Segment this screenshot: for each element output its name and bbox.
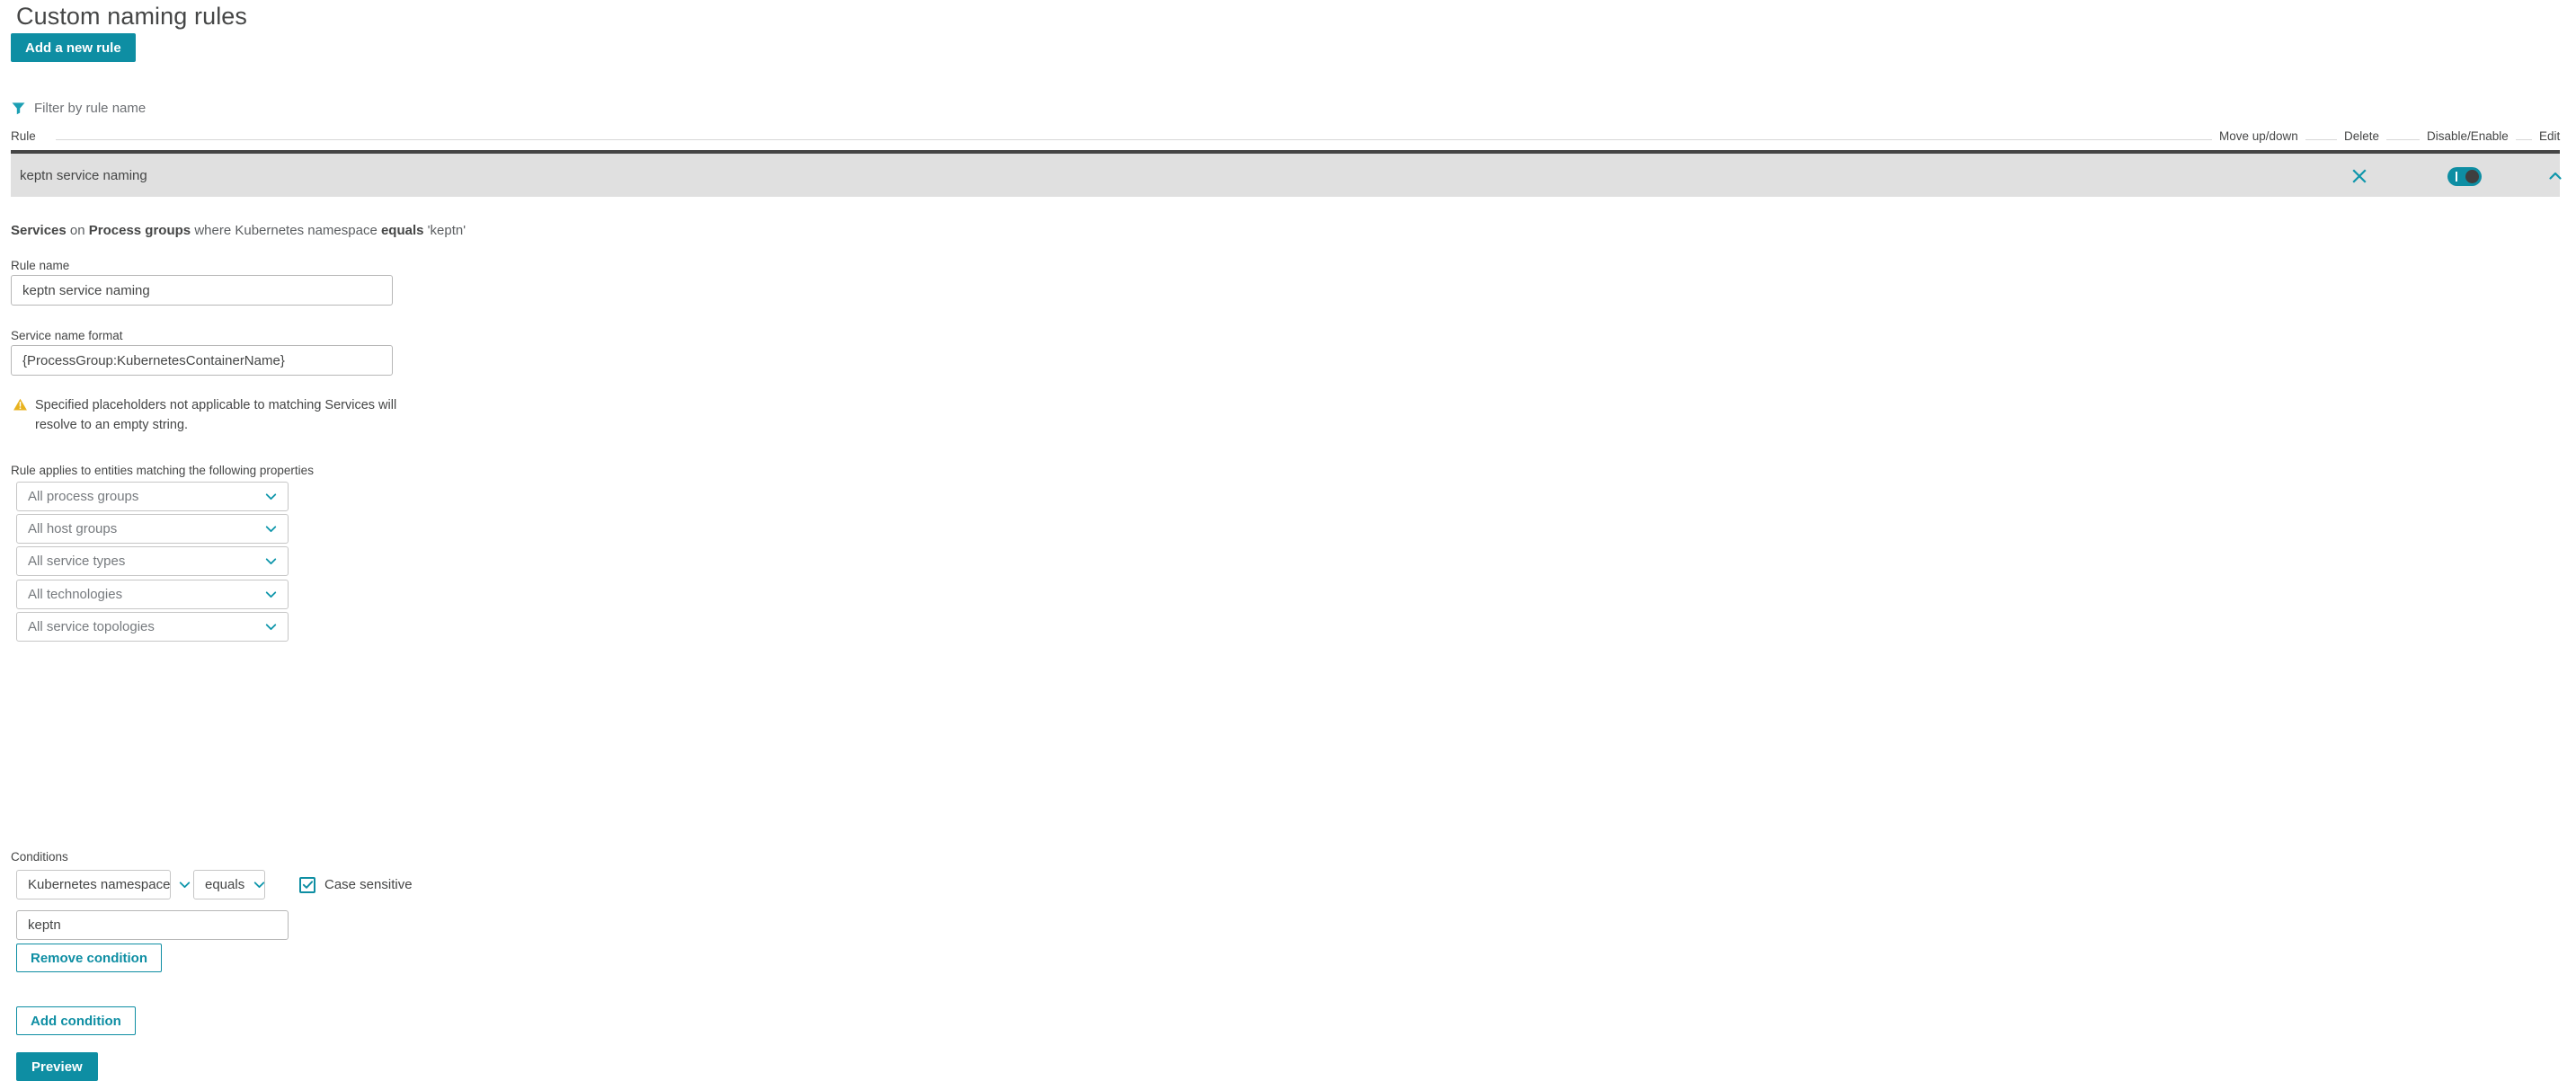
column-header-rule: Rule xyxy=(11,128,43,145)
summary-on: on xyxy=(69,223,85,238)
summary-entity: Services xyxy=(11,223,67,238)
page-title: Custom naming rules xyxy=(16,3,248,30)
condition-operator-select[interactable]: equals xyxy=(193,870,265,899)
header-divider-line xyxy=(56,139,2560,140)
chevron-up-icon xyxy=(2549,172,2562,180)
service-name-format-input[interactable] xyxy=(11,345,393,376)
filter-icon xyxy=(11,101,26,116)
select-process-groups[interactable]: All process groups xyxy=(16,482,289,511)
case-sensitive-checkbox[interactable] xyxy=(299,876,315,893)
summary-where: where xyxy=(194,223,232,238)
service-name-format-label: Service name format xyxy=(11,329,123,342)
toggle-knob xyxy=(2465,169,2479,183)
chevron-down-icon xyxy=(265,493,277,501)
chevron-down-icon xyxy=(254,882,265,889)
check-icon xyxy=(302,881,313,889)
placeholder-warning: Specified placeholders not applicable to… xyxy=(13,395,408,435)
remove-condition-button[interactable]: Remove condition xyxy=(16,944,163,972)
condition-key-select[interactable]: Kubernetes namespace xyxy=(16,870,191,899)
condition-key-value: Kubernetes namespace xyxy=(28,877,171,892)
condition-value-input[interactable] xyxy=(16,910,289,940)
select-technologies-value: All technologies xyxy=(28,587,123,602)
table-row[interactable]: keptn service naming xyxy=(11,150,2562,197)
select-service-types[interactable]: All service types xyxy=(16,546,289,576)
case-sensitive-group[interactable]: Case sensitive xyxy=(299,876,413,893)
filter-bar[interactable]: Filter by rule name xyxy=(11,101,146,116)
condition-row: Kubernetes namespace equals Case sensiti… xyxy=(16,870,413,899)
rule-name-label: Rule name xyxy=(11,259,70,272)
filter-input[interactable]: Filter by rule name xyxy=(34,101,146,116)
chevron-down-icon xyxy=(265,558,277,565)
column-header-disable: Disable/Enable xyxy=(2420,128,2516,145)
delete-rule-button[interactable] xyxy=(2343,164,2376,188)
properties-label: Rule applies to entities matching the fo… xyxy=(11,464,314,477)
edit-rule-button[interactable] xyxy=(2539,164,2572,188)
toggle-switch[interactable] xyxy=(2447,166,2482,186)
condition-operator-value: equals xyxy=(205,877,245,892)
summary-source: Process groups xyxy=(88,223,191,238)
select-process-groups-value: All process groups xyxy=(28,489,139,504)
chevron-down-icon xyxy=(265,591,277,598)
summary-condition-key: Kubernetes namespace xyxy=(235,223,378,238)
close-icon xyxy=(2352,169,2367,183)
summary-condition-value: 'keptn' xyxy=(427,223,466,238)
chevron-down-icon xyxy=(265,526,277,533)
conditions-label: Conditions xyxy=(11,850,68,864)
rules-table-header: Rule Move up/down Delete Disable/Enable … xyxy=(11,128,2568,150)
case-sensitive-label: Case sensitive xyxy=(324,877,413,892)
column-header-edit: Edit xyxy=(2532,128,2568,145)
placeholder-warning-text: Specified placeholders not applicable to… xyxy=(35,398,397,432)
rule-row-name: keptn service naming xyxy=(20,168,147,183)
chevron-down-icon xyxy=(180,882,191,889)
select-service-topologies-value: All service topologies xyxy=(28,619,155,634)
column-header-move: Move up/down xyxy=(2212,128,2305,145)
select-service-types-value: All service types xyxy=(28,554,126,569)
preview-button[interactable]: Preview xyxy=(16,1052,98,1081)
rule-name-input[interactable] xyxy=(11,275,393,306)
rule-summary: Services on Process groups where Kuberne… xyxy=(11,223,466,238)
toggle-on-bar xyxy=(2456,171,2457,182)
select-host-groups[interactable]: All host groups xyxy=(16,514,289,544)
add-new-rule-button[interactable]: Add a new rule xyxy=(11,33,136,62)
summary-operator: equals xyxy=(380,223,424,238)
select-host-groups-value: All host groups xyxy=(28,521,118,536)
warning-triangle-icon xyxy=(13,398,27,411)
chevron-down-icon xyxy=(265,624,277,631)
custom-naming-rules-page: Custom naming rules Add a new rule Filte… xyxy=(0,0,2576,1081)
select-service-topologies[interactable]: All service topologies xyxy=(16,612,289,642)
column-header-delete: Delete xyxy=(2337,128,2387,145)
disable-enable-toggle[interactable] xyxy=(2445,164,2484,188)
add-condition-button[interactable]: Add condition xyxy=(16,1006,136,1035)
select-technologies[interactable]: All technologies xyxy=(16,580,289,609)
